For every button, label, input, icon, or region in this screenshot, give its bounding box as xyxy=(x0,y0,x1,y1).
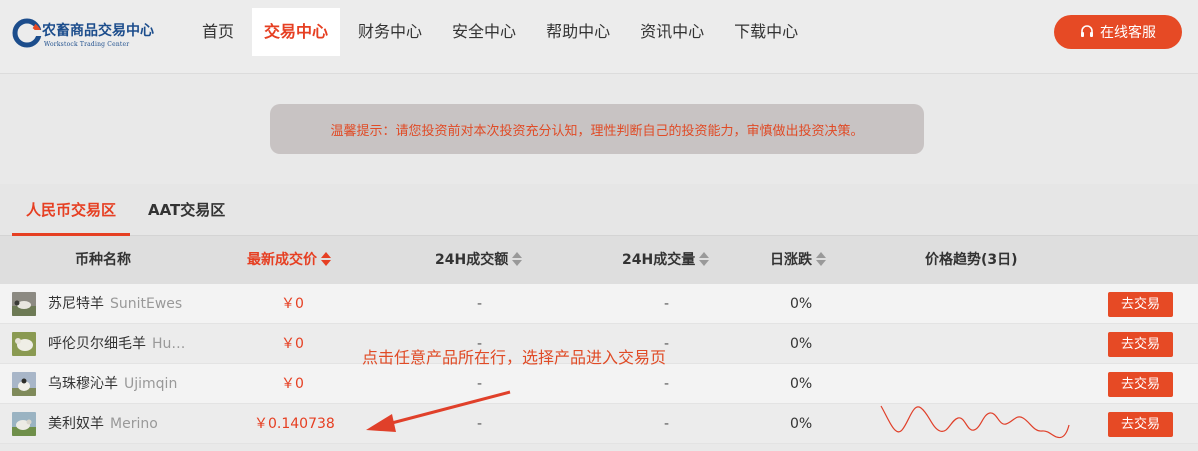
product-name-cn: 乌珠穆沁羊 xyxy=(48,376,118,392)
col-header-change-label: 日涨跌 xyxy=(770,252,812,268)
amount-24h: - xyxy=(477,416,483,432)
risk-notice: 温馨提示：请您投资前对本次投资充分认知，理性判断自己的投资能力，审慎做出投资决策… xyxy=(270,104,924,154)
sheep-thumbnail-icon xyxy=(12,292,36,316)
col-header-change[interactable]: 日涨跌 xyxy=(770,236,826,284)
col-header-name: 币种名称 xyxy=(75,236,131,284)
nav-item-trading-center[interactable]: 交易中心 xyxy=(252,8,341,56)
sort-icon xyxy=(321,252,331,266)
online-service-button[interactable]: 在线客服 xyxy=(1054,15,1182,49)
tab-aat-zone[interactable]: AAT交易区 xyxy=(148,184,225,236)
go-trade-button[interactable]: 去交易 xyxy=(1108,292,1173,317)
logo-title: 农畜商品交易中心 xyxy=(42,23,154,39)
product-name-en: Merino xyxy=(110,416,158,432)
table-header: 币种名称 最新成交价 24H成交额 24H成交量 日涨跌 价格趋势(3日) xyxy=(0,236,1198,284)
site-logo[interactable]: 农畜商品交易中心 Workstock Trading Center xyxy=(12,14,154,54)
go-trade-button[interactable]: 去交易 xyxy=(1108,372,1173,397)
latest-price: ￥0.140738 xyxy=(254,416,335,432)
nav-item-help-center[interactable]: 帮助中心 xyxy=(534,8,622,56)
sort-icon xyxy=(699,252,710,266)
product-name-cn: 美利奴羊 xyxy=(48,416,104,432)
risk-notice-text: 温馨提示：请您投资前对本次投资充分认知，理性判断自己的投资能力，审慎做出投资决策… xyxy=(330,123,864,139)
sheep-thumbnail-icon xyxy=(12,372,36,396)
table-row[interactable]: 美利奴羊 Merino ￥0.140738 - - 0% 去交易 xyxy=(0,404,1198,444)
product-name-cn: 呼伦贝尔细毛羊 xyxy=(48,336,146,352)
product-name: 美利奴羊 Merino xyxy=(48,404,158,444)
latest-price: ￥0 xyxy=(281,296,304,312)
nav-item-download-center[interactable]: 下载中心 xyxy=(722,8,810,56)
col-header-volume-label: 24H成交量 xyxy=(622,252,696,268)
go-trade-button[interactable]: 去交易 xyxy=(1108,332,1173,357)
nav-item-security-center[interactable]: 安全中心 xyxy=(440,8,528,56)
col-header-amount-label: 24H成交额 xyxy=(435,252,509,268)
col-header-amount[interactable]: 24H成交额 xyxy=(435,236,523,284)
go-trade-button[interactable]: 去交易 xyxy=(1108,412,1173,437)
sheep-thumbnail-icon xyxy=(12,332,36,356)
product-name-en: Hu… xyxy=(152,336,186,352)
nav-item-news-center[interactable]: 资讯中心 xyxy=(628,8,716,56)
nav-item-finance-center[interactable]: 财务中心 xyxy=(346,8,434,56)
product-name-cn: 苏尼特羊 xyxy=(48,296,104,312)
amount-24h: - xyxy=(477,296,483,312)
col-header-volume[interactable]: 24H成交量 xyxy=(622,236,710,284)
instruction-annotation: 点击任意产品所在行，选择产品进入交易页 xyxy=(362,348,667,367)
tab-rmb-zone[interactable]: 人民币交易区 xyxy=(12,184,130,236)
volume-24h: - xyxy=(664,416,670,432)
sort-icon xyxy=(512,252,523,266)
table-row[interactable]: 苏尼特羊 SunitEwes ￥0 - - 0% 去交易 xyxy=(0,284,1198,324)
amount-24h: - xyxy=(477,376,483,392)
product-name: 呼伦贝尔细毛羊 Hu… xyxy=(48,324,185,364)
daily-change: 0% xyxy=(790,296,813,312)
main-nav: 首页 交易中心 财务中心 安全中心 帮助中心 资讯中心 下载中心 xyxy=(190,8,816,56)
logo-subtitle: Workstock Trading Center xyxy=(44,41,130,48)
col-header-price[interactable]: 最新成交价 xyxy=(247,236,331,284)
latest-price: ￥0 xyxy=(281,336,304,352)
online-service-label: 在线客服 xyxy=(1100,25,1156,41)
volume-24h: - xyxy=(664,296,670,312)
top-header: 农畜商品交易中心 Workstock Trading Center 首页 交易中… xyxy=(0,0,1198,74)
sheep-thumbnail-icon xyxy=(12,412,36,436)
nav-item-home[interactable]: 首页 xyxy=(190,8,246,56)
col-header-price-label: 最新成交价 xyxy=(247,252,317,268)
table-row[interactable]: 乌珠穆沁羊 Ujimqin ￥0 - - 0% 去交易 xyxy=(0,364,1198,404)
market-tabs: 人民币交易区 AAT交易区 xyxy=(0,184,1198,236)
sort-icon xyxy=(816,252,826,266)
product-name: 乌珠穆沁羊 Ujimqin xyxy=(48,364,177,404)
col-header-trend-label: 价格趋势(3日) xyxy=(925,252,1018,268)
logo-c-mark xyxy=(12,18,42,48)
daily-change: 0% xyxy=(790,416,813,432)
headset-icon xyxy=(1081,25,1093,37)
product-name-en: SunitEwes xyxy=(110,296,183,312)
daily-change: 0% xyxy=(790,376,813,392)
daily-change: 0% xyxy=(790,336,813,352)
latest-price: ￥0 xyxy=(281,376,304,392)
volume-24h: - xyxy=(664,376,670,392)
product-name: 苏尼特羊 SunitEwes xyxy=(48,284,182,324)
col-header-name-label: 币种名称 xyxy=(75,252,131,268)
col-header-trend: 价格趋势(3日) xyxy=(925,236,1018,284)
product-name-en: Ujimqin xyxy=(124,376,178,392)
